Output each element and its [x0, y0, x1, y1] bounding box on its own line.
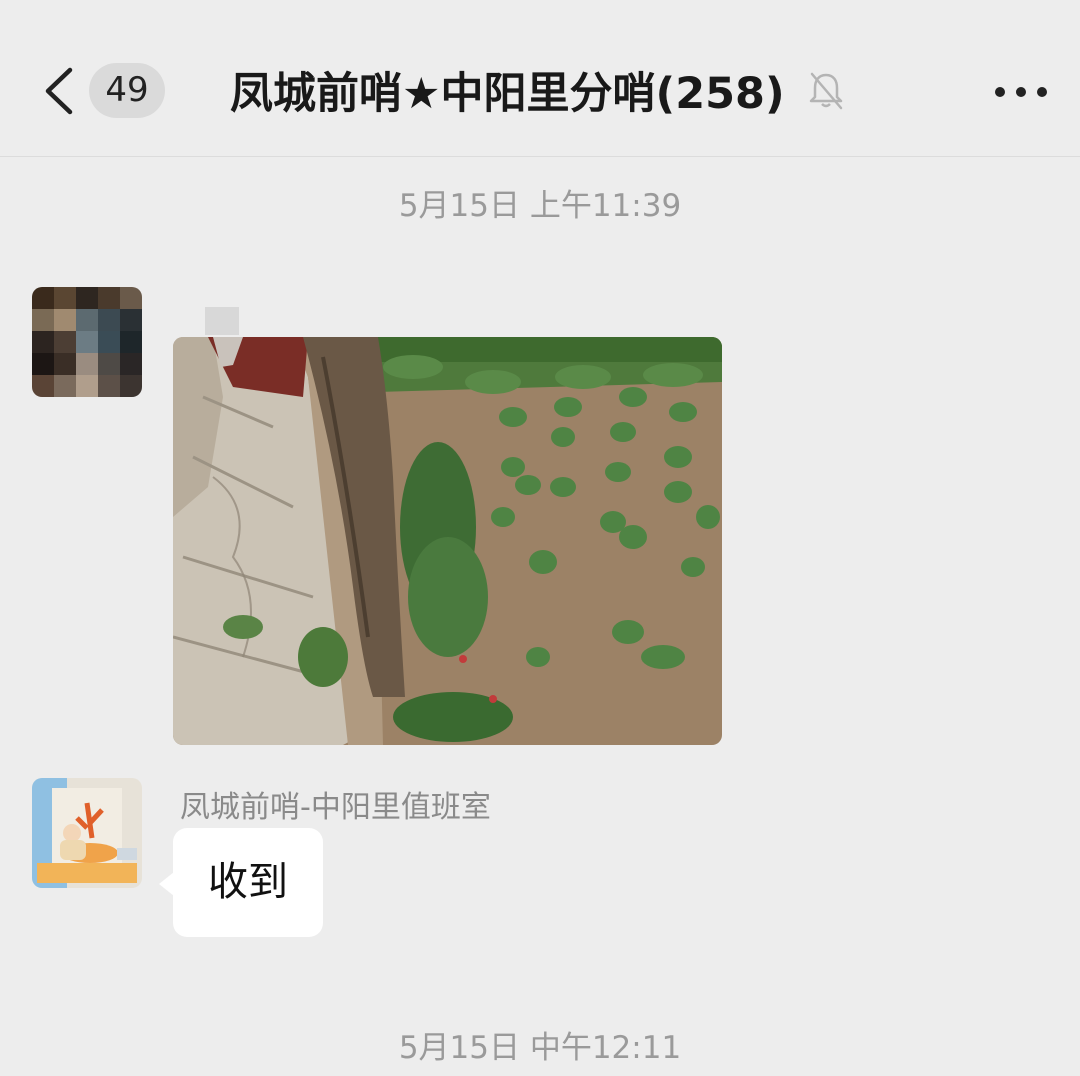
chevron-left-icon[interactable] — [40, 66, 84, 116]
unread-count-badge[interactable]: 49 — [89, 63, 165, 118]
sender-name-redacted — [205, 307, 239, 335]
chat-title: 凤城前哨★中阳里分哨(258) — [230, 69, 785, 119]
pixelated-avatar[interactable] — [32, 287, 142, 397]
chat-header: 49 凤城前哨★中阳里分哨(258) — [0, 0, 1080, 157]
illustration-avatar[interactable] — [32, 778, 142, 888]
message-timestamp: 5月15日 上午11:39 — [398, 188, 682, 224]
title-row: 凤城前哨★中阳里分哨(258) — [230, 60, 845, 120]
more-dots-icon[interactable] — [994, 86, 1048, 98]
text-message-bubble[interactable]: 收到 — [159, 828, 323, 937]
bell-muted-icon — [809, 72, 842, 110]
message-text: 收到 — [208, 859, 288, 905]
message-timestamp: 5月15日 中午12:11 — [398, 1030, 682, 1066]
photo-message[interactable] — [173, 337, 722, 745]
sender-name: 凤城前哨-中阳里值班室 — [180, 790, 491, 825]
bubble-tail — [159, 872, 174, 896]
